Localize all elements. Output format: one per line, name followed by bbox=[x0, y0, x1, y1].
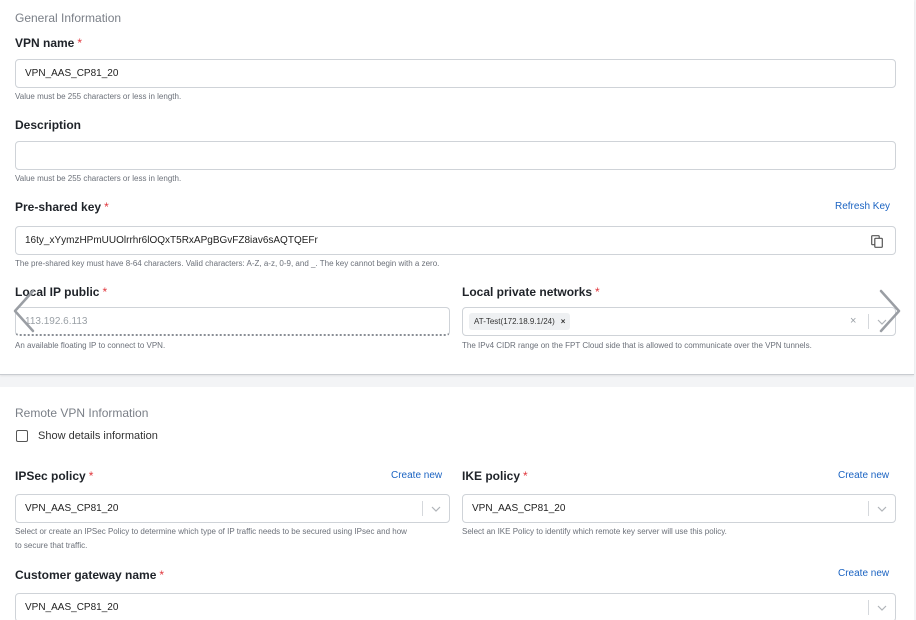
ipsec-policy-label-text: IPSec policy bbox=[15, 469, 86, 483]
required-marker: * bbox=[595, 285, 600, 299]
description-label-text: Description bbox=[15, 118, 82, 132]
chevron-down-icon[interactable] bbox=[877, 506, 887, 512]
required-marker: * bbox=[159, 568, 165, 582]
customer-gateway-create-new-link[interactable]: Create new bbox=[838, 568, 889, 579]
vpn-name-value: VPN_AAS_CP81_20 bbox=[25, 68, 119, 79]
chevron-right-icon[interactable] bbox=[878, 289, 902, 333]
required-marker: * bbox=[102, 285, 108, 299]
required-marker: * bbox=[77, 36, 83, 50]
required-marker: * bbox=[104, 200, 109, 214]
pre-shared-key-label: Pre-shared key * bbox=[15, 200, 109, 214]
ipsec-policy-label: IPSec policy * bbox=[15, 469, 93, 483]
ipsec-policy-hint: Select or create an IPSec Policy to dete… bbox=[15, 526, 455, 552]
customer-gateway-name-label-text: Customer gateway name bbox=[15, 568, 157, 582]
pre-shared-key-hint: The pre-shared key must have 8-64 charac… bbox=[15, 259, 440, 268]
vpn-name-label: VPN name * bbox=[15, 36, 82, 50]
vpn-name-hint: Value must be 255 characters or less in … bbox=[15, 92, 182, 101]
general-information-title: General Information bbox=[15, 11, 122, 25]
clear-icon[interactable]: × bbox=[850, 315, 856, 327]
tag-remove-icon[interactable]: × bbox=[561, 317, 566, 326]
ike-policy-value: VPN_AAS_CP81_20 bbox=[472, 503, 566, 514]
chevron-down-icon[interactable] bbox=[431, 506, 441, 512]
chevron-left-icon[interactable] bbox=[12, 289, 36, 333]
local-ip-public-input[interactable]: 113.192.6.113 bbox=[15, 307, 450, 336]
customer-gateway-name-label: Customer gateway name * bbox=[15, 568, 164, 582]
description-input[interactable] bbox=[15, 141, 896, 170]
show-details-label[interactable]: Show details information bbox=[38, 430, 158, 442]
general-information-card: General Information VPN name * VPN_AAS_CP… bbox=[0, 0, 914, 375]
network-tag: AT-Test(172.18.9.1/24) × bbox=[469, 313, 571, 330]
ipsec-policy-hint-line-2: to secure that traffic. bbox=[15, 541, 88, 550]
required-marker: * bbox=[523, 469, 528, 483]
ike-policy-hint: Select an IKE Policy to identify which r… bbox=[462, 527, 727, 536]
local-ip-public-hint: An available floating IP to connect to V… bbox=[15, 341, 166, 350]
pre-shared-key-input[interactable]: 16ty_xYymzHPmUUOlrrhr6lOQxT5RxAPgBGvFZ8i… bbox=[15, 226, 896, 255]
remote-vpn-information-title: Remote VPN Information bbox=[15, 406, 149, 420]
select-divider bbox=[868, 501, 869, 516]
select-divider bbox=[422, 501, 423, 516]
pre-shared-key-label-text: Pre-shared key bbox=[15, 200, 102, 214]
local-private-networks-label: Local private networks * bbox=[462, 285, 600, 299]
ike-policy-label-text: IKE policy bbox=[462, 469, 521, 483]
ipsec-policy-select[interactable]: VPN_AAS_CP81_20 bbox=[15, 494, 450, 523]
ipsec-create-new-link[interactable]: Create new bbox=[391, 470, 442, 481]
local-private-networks-select[interactable]: AT-Test(172.18.9.1/24) × × bbox=[462, 307, 896, 336]
customer-gateway-name-value: VPN_AAS_CP81_20 bbox=[25, 602, 119, 613]
customer-gateway-name-select[interactable]: VPN_AAS_CP81_20 bbox=[15, 593, 896, 620]
description-hint: Value must be 255 characters or less in … bbox=[15, 174, 182, 183]
remote-vpn-information-card: Remote VPN Information Show details info… bbox=[0, 387, 914, 620]
pre-shared-key-value: 16ty_xYymzHPmUUOlrrhr6lOQxT5RxAPgBGvFZ8i… bbox=[25, 235, 318, 246]
ike-policy-label: IKE policy * bbox=[462, 469, 528, 483]
network-tag-label: AT-Test(172.18.9.1/24) bbox=[474, 317, 555, 326]
vpn-name-input[interactable]: VPN_AAS_CP81_20 bbox=[15, 59, 896, 88]
show-details-checkbox[interactable] bbox=[16, 430, 28, 442]
copy-icon[interactable] bbox=[871, 235, 883, 248]
vpn-name-label-text: VPN name bbox=[15, 36, 75, 50]
ike-create-new-link[interactable]: Create new bbox=[838, 470, 889, 481]
local-private-networks-label-text: Local private networks bbox=[462, 285, 593, 299]
ipsec-policy-hint-line-1: Select or create an IPSec Policy to dete… bbox=[15, 527, 407, 536]
ike-policy-select[interactable]: VPN_AAS_CP81_20 bbox=[462, 494, 896, 523]
select-divider bbox=[868, 314, 869, 329]
required-marker: * bbox=[88, 469, 94, 483]
chevron-down-icon[interactable] bbox=[877, 605, 887, 611]
refresh-key-link[interactable]: Refresh Key bbox=[835, 201, 890, 212]
select-divider bbox=[868, 600, 869, 615]
description-label: Description bbox=[15, 118, 81, 132]
ipsec-policy-value: VPN_AAS_CP81_20 bbox=[25, 503, 119, 514]
local-private-networks-hint: The IPv4 CIDR range on the FPT Cloud sid… bbox=[462, 341, 812, 350]
